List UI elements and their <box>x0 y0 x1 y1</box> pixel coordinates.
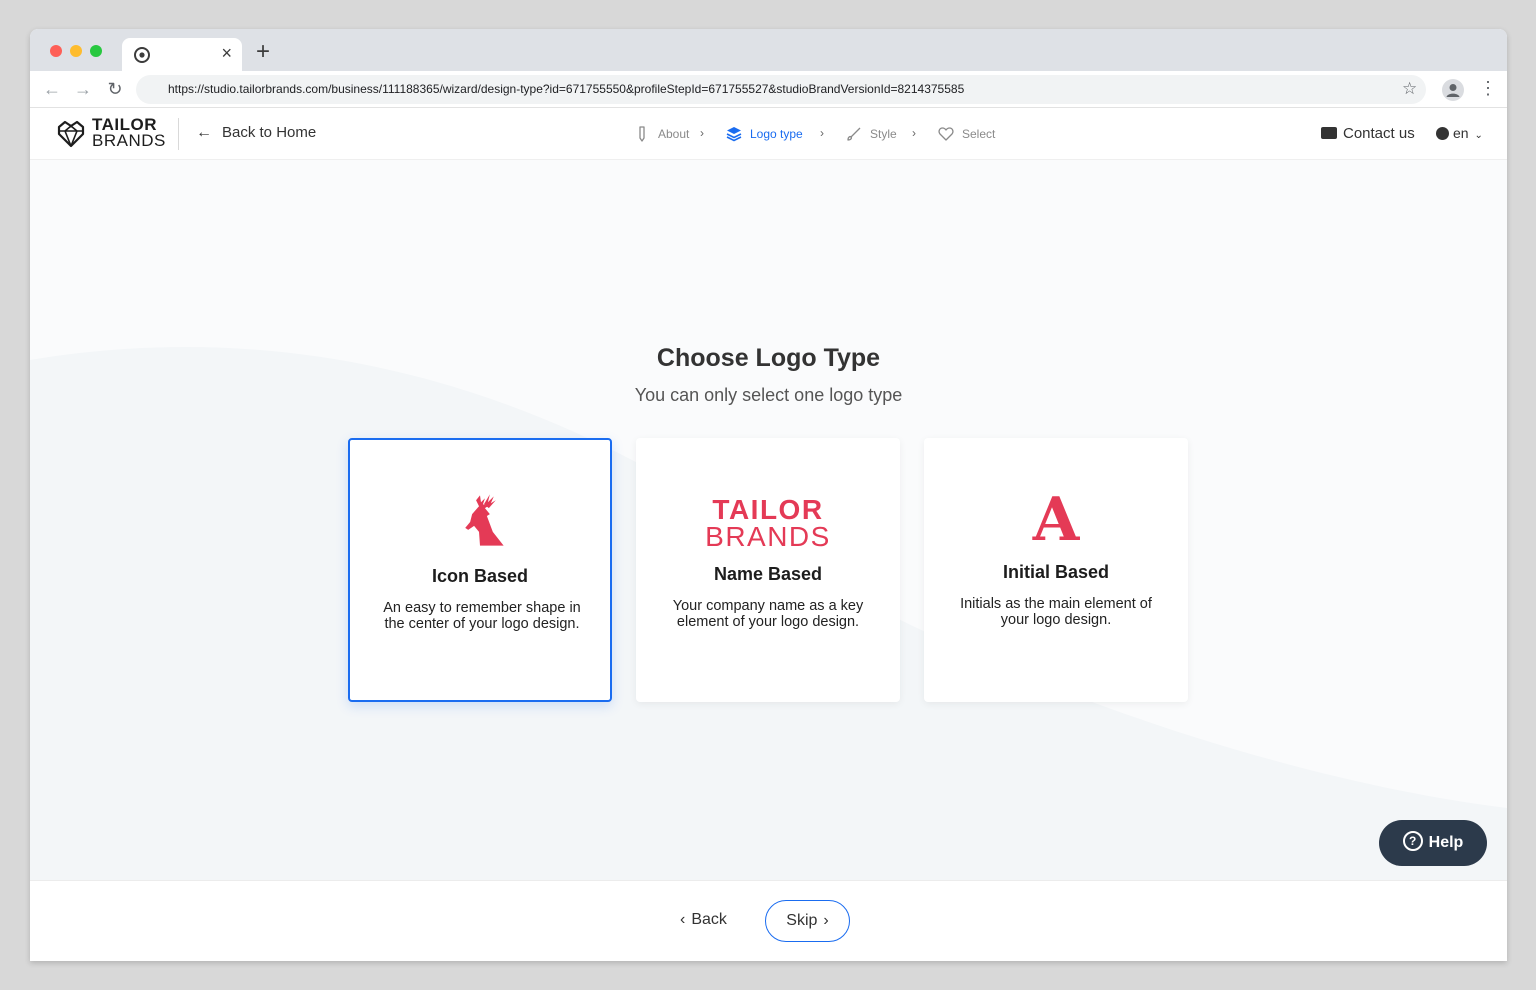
chrome-icon <box>134 47 150 63</box>
pencil-tip-icon <box>639 126 645 142</box>
left-arrow-icon: ← <box>196 124 212 141</box>
chevron-left-icon: ‹ <box>680 911 686 928</box>
wordmark-line2: BRANDS <box>705 521 831 552</box>
browser-window: × + ← → ↻ https://studio.tailorbrands.co… <box>30 29 1507 961</box>
page-subtitle: You can only select one logo type <box>634 385 903 405</box>
heart-gem-logo-icon <box>57 120 85 148</box>
wordmark-line1: TAILOR <box>712 494 824 525</box>
header-divider <box>178 118 179 150</box>
profile-avatar-icon[interactable] <box>1442 79 1464 101</box>
chevron-right-icon: › <box>912 126 916 140</box>
step-style-label: Style <box>870 127 897 141</box>
card-description: Initials as the main element of your log… <box>960 596 1152 628</box>
name-based-wordmark: TAILOR BRANDS <box>636 494 900 552</box>
logo-type-card-initial-based[interactable]: A Initial Based Initials as the main ele… <box>924 438 1188 702</box>
skip-button[interactable]: Skip › <box>765 900 850 942</box>
chevron-right-icon: › <box>820 126 824 140</box>
wizard-footer: ‹ Back Skip › <box>30 880 1507 961</box>
tab-close-icon[interactable]: × <box>221 43 232 63</box>
initial-letter-art: A <box>1032 485 1080 555</box>
deer-icon <box>465 494 504 546</box>
skip-button-label: Skip <box>786 912 818 929</box>
back-button[interactable]: ‹ Back <box>680 911 727 929</box>
app-header: TAILOR BRANDS ← Back to Home About › Logo… <box>30 108 1507 160</box>
contact-us-link[interactable]: Contact us <box>1321 125 1415 142</box>
brush-icon <box>847 127 861 141</box>
step-about-label: About <box>658 127 690 141</box>
chevron-right-icon: › <box>823 912 829 929</box>
layers-icon <box>726 127 742 142</box>
back-to-home-label: Back to Home <box>222 124 317 141</box>
address-bar[interactable]: https://studio.tailorbrands.com/business… <box>136 75 1426 104</box>
person-icon <box>1446 84 1460 97</box>
chevron-down-icon: ⌄ <box>1474 130 1483 141</box>
step-select[interactable]: Select <box>938 126 995 142</box>
logo-type-card-name-based[interactable]: TAILOR BRANDS Name Based Your company na… <box>636 438 900 702</box>
main-content: Choose Logo Type You can only select one… <box>30 160 1507 880</box>
minimize-window-button[interactable] <box>70 45 82 57</box>
step-about[interactable]: About <box>634 126 689 142</box>
globe-icon <box>1436 126 1449 140</box>
step-logo-type[interactable]: Logo type <box>726 126 803 142</box>
back-button-label: Back <box>691 911 727 928</box>
maximize-window-button[interactable] <box>90 45 102 57</box>
logo-line2: BRANDS <box>92 131 166 150</box>
reload-icon[interactable]: ↻ <box>105 79 125 99</box>
bookmark-star-icon[interactable]: ☆ <box>1402 79 1417 99</box>
tab-strip: × + <box>30 29 1507 71</box>
tailor-brands-logo[interactable]: TAILOR BRANDS <box>56 116 186 151</box>
step-logo-type-label: Logo type <box>750 127 803 141</box>
card-description: An easy to remember shape in the center … <box>383 600 581 632</box>
page-title: Choose Logo Type <box>656 344 881 372</box>
chevron-right-icon: › <box>700 126 704 140</box>
help-label: Help <box>1428 834 1464 851</box>
heart-icon <box>938 127 954 141</box>
back-to-home-link[interactable]: ← Back to Home <box>196 124 316 142</box>
forward-arrow-icon[interactable]: → <box>73 79 93 99</box>
help-button[interactable]: ? Help <box>1379 820 1487 866</box>
step-style[interactable]: Style <box>846 126 897 142</box>
logo-wordmark: TAILOR BRANDS <box>92 116 166 150</box>
card-title: Name Based <box>713 564 823 584</box>
logo-type-card-icon-based[interactable]: Icon Based An easy to remember shape in … <box>348 438 612 702</box>
card-title: Initial Based <box>1002 562 1110 582</box>
language-selector[interactable]: en ⌄ <box>1436 125 1483 141</box>
contact-us-label: Contact us <box>1343 125 1415 142</box>
step-select-label: Select <box>962 127 996 141</box>
card-title: Icon Based <box>431 566 529 586</box>
back-arrow-icon[interactable]: ← <box>42 79 62 99</box>
url-text[interactable]: https://studio.tailorbrands.com/business… <box>168 82 964 96</box>
browser-menu-icon[interactable]: ⋮ <box>1479 77 1497 99</box>
browser-toolbar: ← → ↻ https://studio.tailorbrands.com/bu… <box>30 71 1507 108</box>
question-mark-icon: ? <box>1402 830 1423 851</box>
new-tab-button[interactable]: + <box>256 40 270 64</box>
close-window-button[interactable] <box>50 45 62 57</box>
card-description: Your company name as a key element of yo… <box>672 598 864 630</box>
browser-tab[interactable]: × <box>122 38 242 71</box>
language-label: en <box>1453 125 1469 141</box>
envelope-icon <box>1321 127 1337 140</box>
